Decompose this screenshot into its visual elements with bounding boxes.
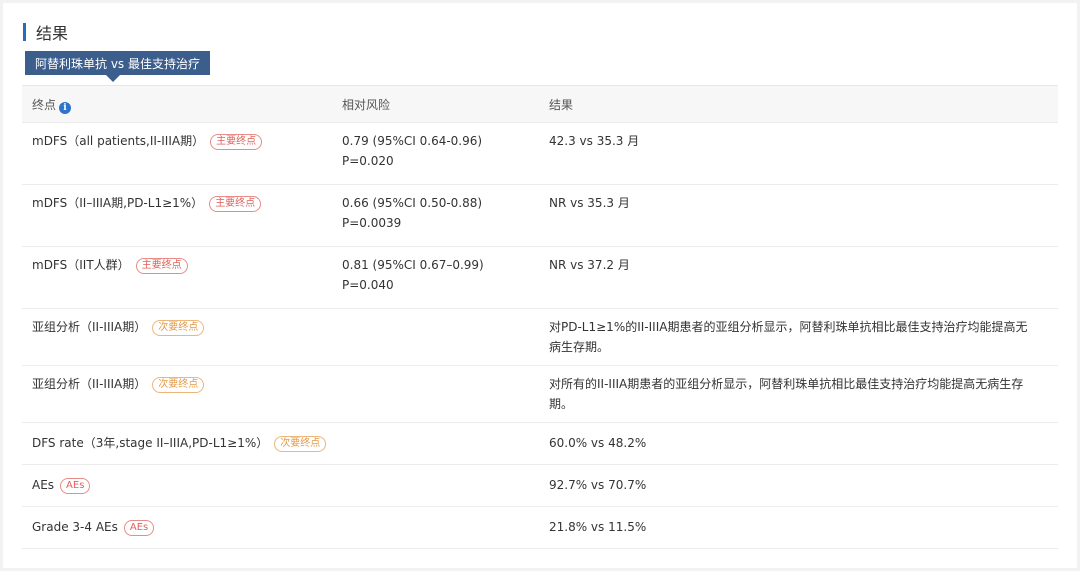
endpoint-label: Grade 3-4 AEs — [32, 520, 118, 534]
header-result: 结果 — [549, 98, 574, 112]
table-row: mDFS（IIT人群） 主要终点 0.81 (95%CI 0.67–0.99) P… — [22, 247, 1058, 309]
endpoint-cell: Grade 3-4 AEs AEs — [32, 517, 155, 537]
endpoint-label: 亚组分析（II-IIIA期） — [32, 377, 147, 391]
table-row: 亚组分析（II-IIIA期） 次要终点 对PD-L1≥1%的II-IIIA期患者的… — [22, 309, 1058, 366]
info-icon[interactable]: i — [59, 102, 72, 114]
relative-risk-value: 0.66 (95%CI 0.50-0.88) — [342, 196, 483, 210]
table-row: 亚组分析（II-IIIA期） 次要终点 对所有的II-IIIA期患者的亚组分析显示… — [22, 366, 1058, 423]
endpoint-label: AEs — [32, 478, 55, 492]
endpoint-cell: 亚组分析（II-IIIA期） 次要终点 — [32, 317, 205, 337]
primary-endpoint-badge: 主要终点 — [135, 258, 188, 274]
section-header: 结果 — [23, 21, 68, 43]
result-text-line: 期。 — [549, 397, 574, 411]
table-header-row: 终点 i 相对风险 结果 — [22, 86, 1058, 123]
endpoint-cell: DFS rate（3年,stage II–IIIA,PD-L1≥1%） 次要终点 — [32, 433, 327, 453]
endpoint-cell: mDFS（all patients,II-IIIA期） 主要终点 — [32, 131, 263, 151]
endpoint-cell: AEs AEs — [32, 475, 91, 495]
primary-endpoint-badge: 主要终点 — [209, 196, 262, 212]
table-row: Grade 3-4 AEs AEs 21.8% vs 11.5% — [22, 507, 1058, 549]
table-row: mDFS（II–IIIA期,PD-L1≥1%） 主要终点 0.66 (95%CI … — [22, 185, 1058, 247]
result-text-line: 对PD-L1≥1%的II-IIIA期患者的亚组分析显示，阿替利珠单抗相比最佳支持… — [549, 320, 1028, 334]
endpoint-cell: mDFS（II–IIIA期,PD-L1≥1%） 主要终点 — [32, 193, 262, 213]
p-value: P=0.0039 — [342, 216, 402, 230]
table-row: AEs AEs 92.7% vs 70.7% — [22, 465, 1058, 507]
endpoint-label: DFS rate（3年,stage II–IIIA,PD-L1≥1%） — [32, 436, 269, 450]
relative-risk-value: 0.79 (95%CI 0.64-0.96) — [342, 134, 483, 148]
endpoint-label: mDFS（II–IIIA期,PD-L1≥1%） — [32, 196, 204, 210]
results-table: 终点 i 相对风险 结果 mDFS（all patients,II-IIIA期） 主… — [22, 85, 1058, 549]
result-text-line: 病生存期。 — [549, 340, 610, 354]
header-endpoint-label: 终点 — [32, 98, 57, 112]
tab-active-indicator — [106, 75, 120, 82]
secondary-endpoint-badge: 次要终点 — [274, 436, 327, 452]
header-endpoint: 终点 i — [32, 95, 72, 115]
ae-badge: AEs — [123, 520, 155, 536]
endpoint-label: mDFS（all patients,II-IIIA期） — [32, 134, 205, 148]
secondary-endpoint-badge: 次要终点 — [152, 377, 205, 393]
result-cell: NR vs 37.2 月 — [549, 258, 630, 272]
relative-risk-cell: 0.79 (95%CI 0.64-0.96) P=0.020 — [342, 131, 482, 171]
endpoint-label: 亚组分析（II-IIIA期） — [32, 320, 147, 334]
endpoint-label: mDFS（IIT人群） — [32, 258, 130, 272]
p-value: P=0.020 — [342, 154, 394, 168]
secondary-endpoint-badge: 次要终点 — [152, 320, 205, 336]
section-accent-bar — [23, 23, 26, 41]
tab-atezolizumab-vs-bsc[interactable]: 阿替利珠单抗 vs 最佳支持治疗 — [25, 51, 210, 75]
relative-risk-value: 0.81 (95%CI 0.67–0.99) — [342, 258, 484, 272]
p-value: P=0.040 — [342, 278, 394, 292]
relative-risk-cell: 0.81 (95%CI 0.67–0.99) P=0.040 — [342, 255, 484, 295]
section-title: 结果 — [36, 24, 69, 43]
result-cell: 92.7% vs 70.7% — [549, 478, 647, 492]
result-cell: 42.3 vs 35.3 月 — [549, 134, 640, 148]
endpoint-cell: mDFS（IIT人群） 主要终点 — [32, 255, 188, 275]
result-cell: 60.0% vs 48.2% — [549, 436, 647, 450]
table-row: mDFS（all patients,II-IIIA期） 主要终点 0.79 (95… — [22, 123, 1058, 185]
table-row: DFS rate（3年,stage II–IIIA,PD-L1≥1%） 次要终点 … — [22, 423, 1058, 465]
relative-risk-cell: 0.66 (95%CI 0.50-0.88) P=0.0039 — [342, 193, 482, 233]
result-cell: 对所有的II-IIIA期患者的亚组分析显示，阿替利珠单抗相比最佳支持治疗均能提高… — [549, 374, 1039, 414]
header-relative-risk: 相对风险 — [342, 98, 391, 112]
endpoint-cell: 亚组分析（II-IIIA期） 次要终点 — [32, 374, 205, 394]
result-cell: 21.8% vs 11.5% — [549, 520, 647, 534]
ae-badge: AEs — [60, 478, 91, 494]
result-cell: NR vs 35.3 月 — [549, 196, 630, 210]
result-cell: 对PD-L1≥1%的II-IIIA期患者的亚组分析显示，阿替利珠单抗相比最佳支持… — [549, 317, 1039, 357]
primary-endpoint-badge: 主要终点 — [210, 134, 263, 150]
result-text-line: 对所有的II-IIIA期患者的亚组分析显示，阿替利珠单抗相比最佳支持治疗均能提高… — [549, 377, 1024, 391]
